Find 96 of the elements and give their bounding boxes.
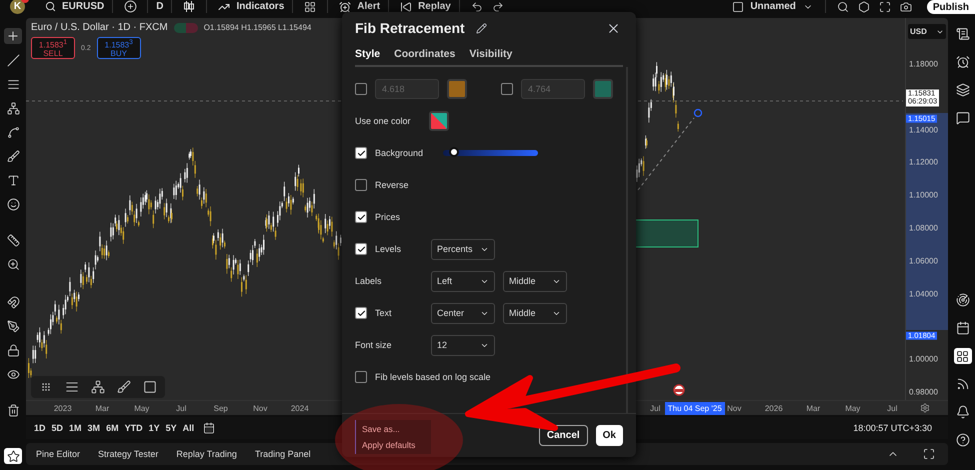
price-label: 0.98000 (909, 388, 938, 396)
setting-label: Reverse (375, 180, 409, 190)
currency-select[interactable]: USD (908, 24, 946, 39)
select-field[interactable]: Left (431, 270, 495, 292)
time-label: 2026 (764, 402, 784, 414)
setting-label: Prices (375, 212, 400, 222)
setting-label: Levels (375, 244, 402, 254)
range-button[interactable]: YTD (124, 423, 143, 433)
setting-label: Fib levels based on log scale (375, 372, 491, 382)
time-label: Mar (94, 402, 110, 414)
replay-button[interactable]: Replay (418, 1, 451, 12)
indicators-button[interactable]: Indicators (236, 1, 284, 12)
setting-label: Text (375, 308, 393, 318)
range-button[interactable]: 1M (69, 423, 82, 433)
watchlist-icon[interactable] (954, 26, 972, 42)
time-label: May (133, 402, 150, 414)
radar-icon[interactable] (954, 292, 972, 308)
range-button[interactable]: 5D (52, 423, 64, 433)
checkbox[interactable] (501, 83, 513, 95)
price-label: 1.00000 (909, 354, 938, 364)
panel-tab[interactable]: Strategy Tester (98, 449, 158, 459)
slider-thumb[interactable] (449, 147, 460, 157)
checkbox[interactable] (355, 243, 367, 255)
time-label: Sep (212, 402, 229, 414)
price-label: 1.12000 (909, 158, 938, 167)
buy-button[interactable]: 1.1583$^{3}$ BUY (96, 37, 141, 59)
setting-label: Font size (355, 340, 393, 350)
time-label: Nov (726, 402, 742, 414)
interval-button[interactable]: D (156, 1, 164, 12)
layers-icon[interactable] (954, 82, 972, 98)
menu-item[interactable]: Save as... (362, 424, 431, 434)
select-field[interactable]: 12 (431, 334, 495, 356)
color-swatch[interactable] (447, 79, 467, 99)
time-label: Jul (886, 402, 898, 414)
price-label: 1.18000 (909, 60, 938, 68)
select-field[interactable]: Middle (503, 270, 567, 292)
levels-icon[interactable] (89, 379, 107, 395)
price-label: 1.10000 (909, 190, 938, 200)
select-field[interactable]: Percents (431, 238, 495, 260)
select-field[interactable]: Middle (503, 302, 567, 324)
range-button[interactable]: 6M (106, 423, 119, 433)
apps-icon[interactable] (954, 348, 972, 364)
dialog-title: Fib Retracement (355, 20, 465, 36)
range-button[interactable]: All (182, 423, 194, 433)
checkbox[interactable] (355, 147, 367, 159)
alert-button[interactable]: Alert (357, 1, 380, 12)
menu-item[interactable]: Apply defaults (362, 440, 431, 450)
checkbox[interactable] (355, 211, 367, 223)
setting-label: Background (375, 148, 424, 158)
ohlc-values: O1.15894 H1.15965 L1.15494 (204, 23, 312, 32)
crosshair-icon[interactable] (4, 28, 22, 44)
market-status-pill (174, 22, 198, 32)
sell-button[interactable]: 1.1583$^{1}$ SELL (31, 37, 75, 59)
price-label: 1.14000 (909, 125, 938, 134)
color-swatch[interactable] (593, 79, 613, 99)
range-button[interactable]: 1Y (148, 423, 160, 433)
checkbox[interactable] (355, 83, 367, 95)
time-label: 2023 (52, 402, 73, 414)
price-label: 1.08000 (909, 224, 938, 232)
star-icon[interactable] (4, 448, 22, 464)
brush-icon[interactable] (115, 379, 133, 395)
select-field[interactable]: Center (431, 302, 495, 324)
clock: 18:00:57 UTC+3:30 (853, 423, 932, 433)
time-label: Jul (175, 402, 188, 414)
time-label: Nov (252, 402, 268, 414)
time-label: Mar (805, 402, 822, 414)
time-label: May (844, 402, 862, 414)
panel-tab[interactable]: Pine Editor (36, 449, 80, 459)
dialog-tab[interactable]: Coordinates (394, 48, 456, 67)
checkbox[interactable] (355, 371, 367, 383)
anchor-handle[interactable] (694, 108, 702, 118)
ok-button[interactable]: Ok (596, 425, 623, 446)
range-button[interactable]: 3M (88, 423, 100, 433)
time-label: 2024 (290, 402, 310, 414)
publish-button[interactable]: Publish (926, 0, 975, 14)
price-label: 1.06000 (909, 256, 938, 266)
symbol-search[interactable]: EURUSD (62, 1, 104, 12)
panel-tab[interactable]: Replay Trading (176, 449, 237, 459)
color-swatch[interactable] (428, 111, 449, 131)
symbol-title: Euro / U.S. Dollar · 1D · FXCM (31, 22, 168, 33)
range-button[interactable]: 1D (34, 423, 46, 433)
panel-tab[interactable]: Trading Panel (254, 449, 311, 459)
price-label: 1.04000 (909, 289, 938, 298)
dialog-tab[interactable]: Visibility (469, 48, 512, 67)
range-button[interactable]: 5Y (166, 423, 177, 433)
help-icon[interactable] (954, 432, 972, 448)
zone-rectangle (634, 220, 698, 248)
setting-label: Labels (355, 276, 383, 286)
time-label: Thu 04 Sep '25 (664, 402, 725, 414)
time-label: Jul (649, 402, 662, 414)
checkbox[interactable] (355, 307, 367, 319)
checkbox[interactable] (355, 179, 367, 191)
setting-label: Use one color (355, 116, 411, 126)
opacity-slider[interactable] (443, 150, 538, 156)
layout-name[interactable]: Unnamed (750, 1, 796, 12)
chat-icon[interactable] (954, 110, 972, 126)
